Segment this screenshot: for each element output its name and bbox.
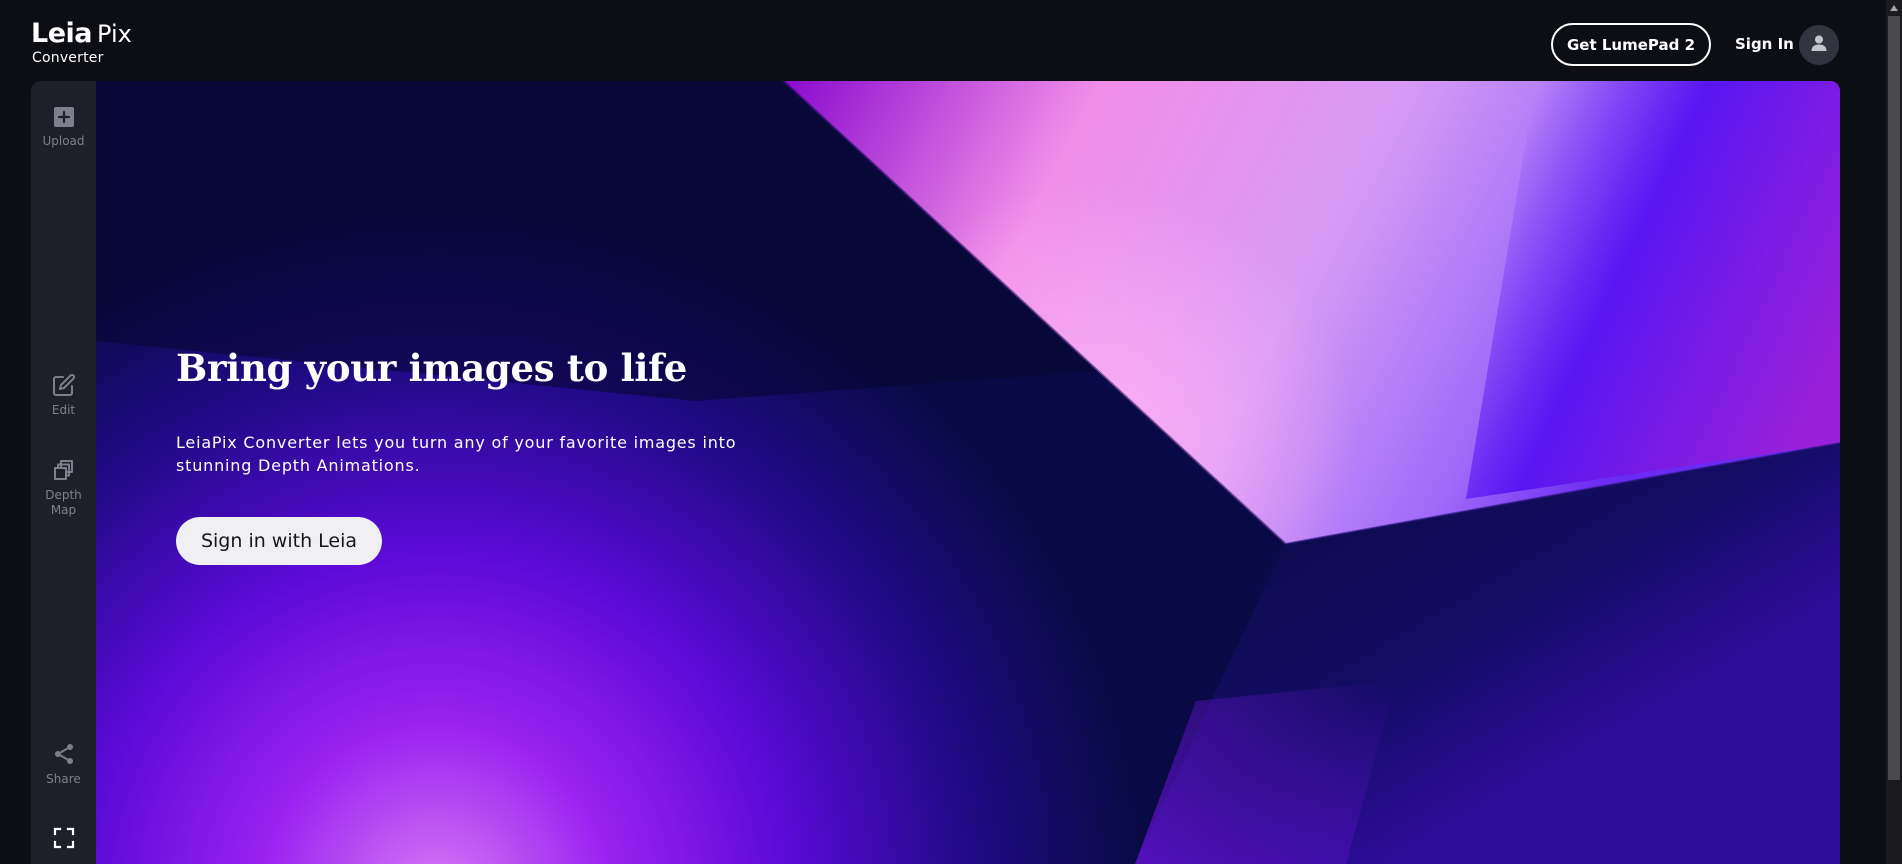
sidebar-item-label: Depth Map [45, 488, 82, 517]
layers-icon [52, 458, 76, 488]
hero-title: Bring your images to life [176, 346, 687, 390]
hero-description: LeiaPix Converter lets you turn any of y… [176, 433, 737, 475]
sidebar-item-label: Edit [51, 403, 76, 417]
leiapix-logo[interactable]: Leia Pix Converter [31, 20, 132, 65]
share-icon [52, 742, 76, 772]
user-icon [1809, 33, 1829, 57]
top-bar: Leia Pix Converter Get LumePad 2 Sign In [0, 0, 1886, 80]
sidebar-item-label: Upload [42, 134, 85, 148]
logo-brand: Leia [31, 18, 93, 49]
sign-in-with-leia-button[interactable]: Sign in with Leia [176, 517, 382, 565]
sidebar-item-depth-map[interactable]: Depth Map [31, 458, 96, 518]
plus-square-icon [53, 106, 75, 134]
sidebar-item-share[interactable]: Share [31, 742, 96, 787]
avatar[interactable] [1799, 25, 1839, 65]
get-lumepad-button[interactable]: Get LumePad 2 [1551, 23, 1711, 66]
scroll-up-arrow-icon[interactable] [1886, 0, 1902, 16]
fullscreen-button[interactable] [31, 827, 96, 855]
logo-subtitle: Converter [32, 50, 104, 66]
sidebar-item-edit[interactable]: Edit [31, 373, 96, 418]
sidebar: Upload Edit Depth Map Share [31, 81, 96, 864]
logo-product: Pix [97, 20, 132, 48]
edit-icon [52, 373, 76, 403]
sidebar-item-label: Share [46, 772, 81, 786]
scroll-thumb[interactable] [1888, 16, 1900, 780]
sidebar-item-upload[interactable]: Upload [31, 106, 96, 149]
page-scrollbar[interactable] [1886, 0, 1902, 864]
sign-in-link[interactable]: Sign In [1735, 35, 1794, 53]
hero-banner: Bring your images to life LeiaPix Conver… [96, 81, 1840, 864]
right-margin [1840, 81, 1886, 864]
fullscreen-icon [53, 827, 75, 855]
